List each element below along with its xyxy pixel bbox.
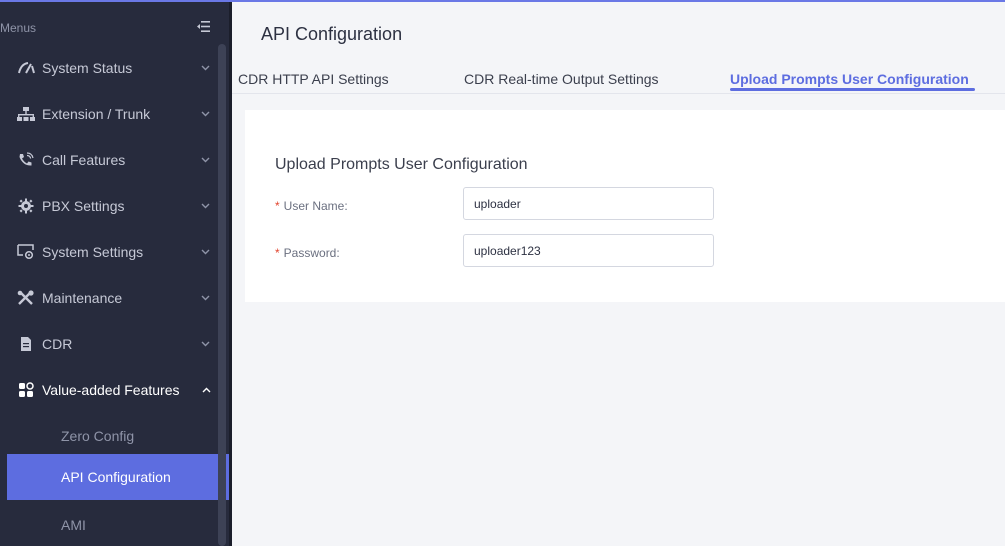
monitor-gear-icon [17,244,34,260]
page-title: API Configuration [261,24,403,44]
password-field[interactable] [463,234,714,267]
sidebar-item-extension-trunk[interactable]: Extension / Trunk [0,91,218,137]
sidebar-item-system-settings[interactable]: System Settings [0,229,218,275]
sidebar-item-label: Maintenance [42,290,123,306]
gauge-icon [18,62,35,74]
sidebar-subitem-label: API Configuration [61,469,171,485]
chevron-down-icon [201,295,210,301]
label-colon: : [344,199,348,213]
sidebar-item-maintenance[interactable]: Maintenance [0,275,218,321]
password-label: * Password: [275,246,340,260]
tab-cdr-realtime-output-settings[interactable]: CDR Real-time Output Settings [464,71,659,87]
active-tab-indicator [730,88,975,91]
tab-upload-prompts-user-configuration[interactable]: Upload Prompts User Configuration [730,71,969,87]
chevron-down-icon [201,157,210,163]
username-field[interactable] [463,187,714,220]
sidebar-item-cdr[interactable]: CDR [0,321,218,367]
top-accent-line [0,0,1005,2]
sidebar-subitem-api-configuration[interactable]: API Configuration [7,454,229,500]
sidebar-subitem-label: AMI [61,517,86,533]
username-label-text: User Name [283,199,345,213]
sidebar-item-call-features[interactable]: Call Features [0,137,218,183]
sidebar: Menus System Status Extension / Trunk Ca… [0,2,229,546]
grid-icon [19,382,34,397]
menus-label: Menus [0,21,37,35]
gear-icon [18,198,34,214]
sidebar-item-value-added-features[interactable]: Value-added Features [0,367,218,413]
document-icon [21,337,31,351]
chevron-down-icon [201,341,210,347]
collapse-menu-icon[interactable] [197,21,210,32]
tools-icon [17,290,34,305]
sidebar-subitem-label: Zero Config [61,428,135,444]
section-title: Upload Prompts User Configuration [275,156,528,173]
chevron-down-icon [201,65,210,71]
sidebar-item-label: System Settings [42,244,144,260]
sidebar-item-pbx-settings[interactable]: PBX Settings [0,183,218,229]
sidebar-item-label: CDR [42,336,73,352]
chevron-down-icon [201,111,210,117]
tab-cdr-http-api-settings[interactable]: CDR HTTP API Settings [238,71,389,87]
sidebar-item-system-status[interactable]: System Status [0,45,218,91]
network-icon [17,107,35,121]
sidebar-item-label: Extension / Trunk [42,106,151,122]
chevron-down-icon [201,249,210,255]
sidebar-item-label: Value-added Features [42,382,180,398]
chevron-up-icon [202,387,211,393]
chevron-down-icon [201,203,210,209]
required-mark: * [275,246,280,260]
tab-bar: CDR HTTP API Settings CDR Real-time Outp… [232,60,1005,94]
sidebar-item-label: PBX Settings [42,198,125,214]
username-label: * User Name: [275,199,348,213]
password-label-text: Password [283,246,337,260]
sidebar-item-label: System Status [42,60,133,76]
required-mark: * [275,199,280,213]
sidebar-scrollbar[interactable] [218,44,226,546]
sidebar-subitem-zero-config[interactable]: Zero Config [0,413,218,459]
sidebar-subitem-ami[interactable]: AMI [0,502,218,546]
phone-icon [19,152,34,166]
menus-header: Menus [0,2,229,40]
settings-card: Upload Prompts User Configuration * User … [245,110,1005,302]
label-colon: : [336,246,340,260]
sidebar-item-label: Call Features [42,152,126,168]
